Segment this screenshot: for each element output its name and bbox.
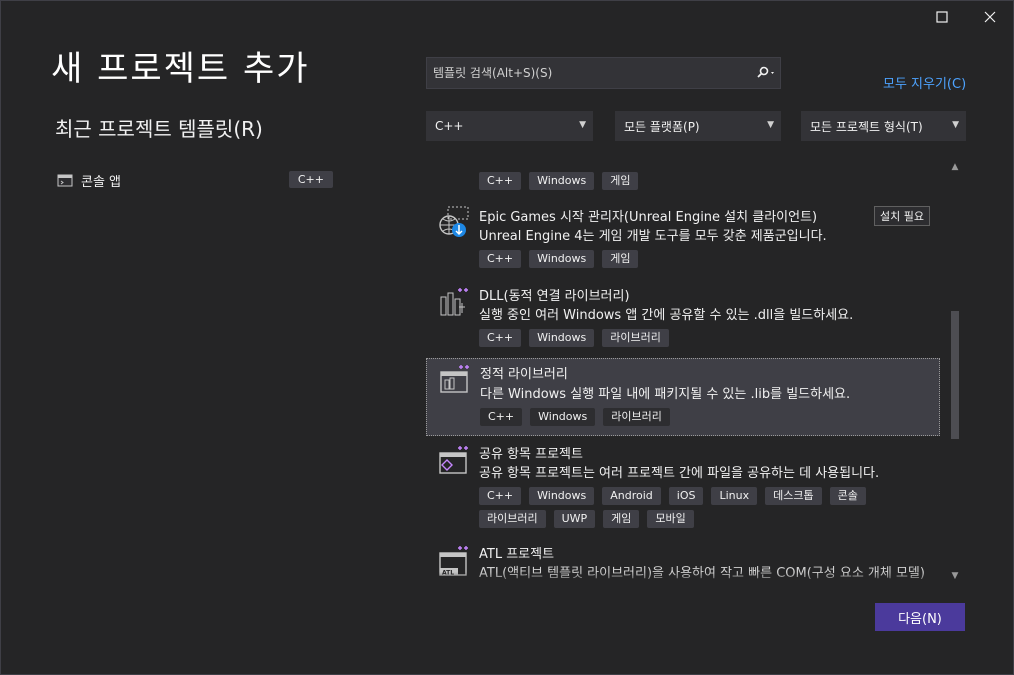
tag: C++ xyxy=(479,250,522,268)
language-filter-dropdown[interactable]: C++ ▼ xyxy=(426,111,593,141)
maximize-icon xyxy=(936,11,948,23)
list-bottom-fade xyxy=(426,572,942,586)
tag: Linux xyxy=(711,487,758,505)
close-button[interactable] xyxy=(967,1,1013,33)
template-description: 다른 Windows 실행 파일 내에 패키지될 수 있는 .lib를 빌드하세… xyxy=(480,387,851,402)
template-title: Epic Games 시작 관리자(Unreal Engine 설치 클라이언트… xyxy=(479,210,818,225)
tag: 게임 xyxy=(602,250,639,268)
chevron-down-icon: ▼ xyxy=(952,120,959,130)
clear-all-link[interactable]: 모두 지우기(C) xyxy=(883,73,966,92)
scroll-down-icon[interactable]: ▼ xyxy=(950,571,960,581)
template-tags: C++ Windows 라이브러리 xyxy=(479,329,899,347)
scroll-thumb[interactable] xyxy=(951,311,959,439)
tag: Windows xyxy=(530,408,596,426)
template-description: 공유 항목 프로젝트는 여러 프로젝트 간에 파일을 공유하는 데 사용됩니다. xyxy=(479,466,880,481)
template-tags: C++ Windows 게임 xyxy=(479,172,899,190)
language-filter-value: C++ xyxy=(435,119,464,133)
platform-filter-value: 모든 플랫폼(P) xyxy=(624,119,700,134)
template-title: 공유 항목 프로젝트 xyxy=(479,447,583,462)
template-title: DLL(동적 연결 라이브러리) xyxy=(479,289,630,304)
template-search-box[interactable] xyxy=(426,57,781,89)
shared-items-icon xyxy=(439,446,468,474)
template-list[interactable]: C++ Windows 게임 Epic Games 시작 관리자(Unreal … xyxy=(426,156,942,586)
template-list-scrollbar[interactable]: ▲ ▼ xyxy=(946,156,964,586)
tag: 모바일 xyxy=(647,510,694,528)
tag: C++ xyxy=(479,329,522,347)
tag: Windows xyxy=(529,172,595,190)
project-type-filter-dropdown[interactable]: 모든 프로젝트 형식(T) ▼ xyxy=(801,111,966,141)
tag: 콘솔 xyxy=(829,487,866,505)
next-button[interactable]: 다음(N) xyxy=(875,603,965,631)
static-library-icon xyxy=(440,365,469,393)
template-title: 정적 라이브러리 xyxy=(480,367,568,382)
dll-library-icon xyxy=(440,288,468,316)
tag: iOS xyxy=(668,487,704,505)
template-tags: C++ Windows 라이브러리 xyxy=(480,408,900,426)
template-item[interactable]: DLL(동적 연결 라이브러리) 실행 중인 여러 Windows 앱 간에 공… xyxy=(426,283,940,357)
unreal-launcher-icon xyxy=(439,206,469,237)
recent-template-tag: C++ xyxy=(288,171,333,188)
tag: 게임 xyxy=(602,172,639,190)
tag: C++ xyxy=(479,487,522,505)
template-title: ATL 프로젝트 xyxy=(479,547,555,562)
tag: UWP xyxy=(553,510,596,528)
recent-templates-heading: 최근 프로젝트 템플릿(R) xyxy=(55,117,263,141)
chevron-down-icon: ▼ xyxy=(579,120,586,130)
template-description: 실행 중인 여러 Windows 앱 간에 공유할 수 있는 .dll을 빌드하… xyxy=(479,308,854,323)
tag: Android xyxy=(602,487,661,505)
tag: 라이브러리 xyxy=(479,510,546,528)
template-tags: C++ Windows Android iOS Linux 데스크톱 콘솔 라이… xyxy=(479,487,899,528)
recent-template-label: 콘솔 앱 xyxy=(81,174,122,190)
template-tags: C++ Windows 게임 xyxy=(479,250,899,268)
chevron-down-icon: ▼ xyxy=(767,120,774,130)
tag: 라이브러리 xyxy=(603,408,670,426)
scroll-up-icon[interactable]: ▲ xyxy=(950,162,960,172)
platform-filter-dropdown[interactable]: 모든 플랫폼(P) ▼ xyxy=(615,111,781,141)
tag: 게임 xyxy=(603,510,640,528)
tag: Windows xyxy=(529,329,595,347)
console-app-icon xyxy=(57,174,73,187)
install-required-badge: 설치 필요 xyxy=(874,206,930,226)
template-item[interactable]: Epic Games 시작 관리자(Unreal Engine 설치 클라이언트… xyxy=(426,204,940,278)
recent-template-item[interactable]: 콘솔 앱 C++ xyxy=(57,169,337,191)
tag: C++ xyxy=(479,172,522,190)
page-title: 새 프로젝트 추가 xyxy=(51,49,310,89)
template-item[interactable]: 공유 항목 프로젝트 공유 항목 프로젝트는 여러 프로젝트 간에 파일을 공유… xyxy=(426,441,940,537)
tag: Windows xyxy=(529,250,595,268)
close-icon xyxy=(984,11,996,23)
tag: 라이브러리 xyxy=(602,329,669,347)
project-type-filter-value: 모든 프로젝트 형식(T) xyxy=(810,119,923,134)
tag: 데스크톱 xyxy=(765,487,822,505)
search-input[interactable] xyxy=(427,65,752,81)
maximize-button[interactable] xyxy=(919,1,965,33)
tag: Windows xyxy=(529,487,595,505)
list-top-fade xyxy=(426,156,942,170)
search-icon[interactable] xyxy=(752,66,780,80)
template-item-selected[interactable]: 정적 라이브러리 다른 Windows 실행 파일 내에 패키지될 수 있는 .… xyxy=(426,358,940,436)
template-description: Unreal Engine 4는 게임 개발 도구를 모두 갖춘 제품군입니다. xyxy=(479,229,827,244)
tag: C++ xyxy=(480,408,523,426)
